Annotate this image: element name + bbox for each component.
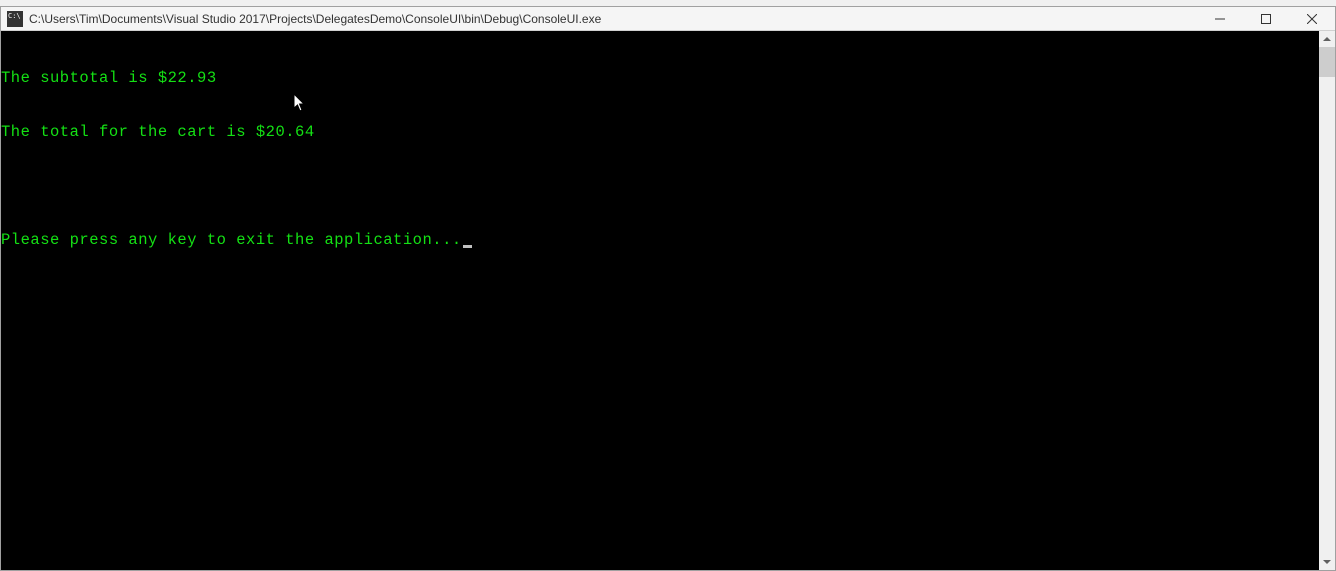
scroll-down-arrow-icon[interactable] — [1319, 554, 1335, 570]
console-window: C:\Users\Tim\Documents\Visual Studio 201… — [0, 6, 1336, 571]
blank-line — [1, 177, 1319, 195]
output-line: The subtotal is $22.93 — [1, 69, 1319, 87]
scroll-up-arrow-icon[interactable] — [1319, 31, 1335, 47]
close-button[interactable] — [1289, 7, 1335, 30]
app-icon — [7, 11, 23, 27]
minimize-button[interactable] — [1197, 7, 1243, 30]
window-controls — [1197, 7, 1335, 30]
maximize-button[interactable] — [1243, 7, 1289, 30]
titlebar[interactable]: C:\Users\Tim\Documents\Visual Studio 201… — [1, 7, 1335, 31]
output-line: Please press any key to exit the applica… — [1, 231, 1319, 249]
window-title: C:\Users\Tim\Documents\Visual Studio 201… — [29, 12, 1197, 26]
prompt-text: Please press any key to exit the applica… — [1, 231, 462, 249]
scroll-thumb[interactable] — [1319, 47, 1335, 77]
console-output: The subtotal is $22.93 The total for the… — [1, 31, 1319, 570]
output-line: The total for the cart is $20.64 — [1, 123, 1319, 141]
vertical-scrollbar[interactable] — [1319, 31, 1335, 570]
console-area[interactable]: The subtotal is $22.93 The total for the… — [1, 31, 1335, 570]
text-cursor — [463, 245, 472, 248]
